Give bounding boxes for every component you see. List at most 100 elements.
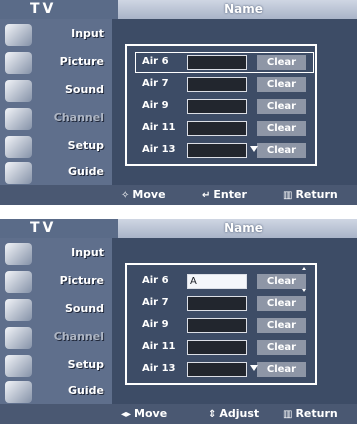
name-field[interactable] [187, 55, 247, 70]
clear-button[interactable]: Clear [257, 121, 306, 136]
name-editor: Air 6 A Clear Air 7 Clear Air 9 Clear Ai… [112, 238, 357, 404]
menu-item-label: Input [71, 27, 104, 40]
menu-item-label: Channel [53, 111, 104, 124]
scroll-down-arrow-icon [250, 365, 258, 371]
menu-item-picture[interactable]: Picture [0, 49, 112, 77]
tv-label: TV [0, 219, 118, 238]
name-field[interactable] [187, 362, 247, 377]
sound-icon [5, 299, 32, 321]
char-down-arrow-icon [302, 289, 306, 292]
clear-button[interactable]: Clear [257, 77, 306, 92]
enter-hint: ↵ Enter [202, 188, 247, 201]
menu-item-label: Sound [64, 83, 104, 96]
menu-item-label: Picture [59, 55, 104, 68]
menu-item-input[interactable]: Input [0, 21, 112, 49]
clear-button[interactable]: Clear [257, 362, 306, 377]
menu-item-channel[interactable]: Channel [0, 324, 112, 352]
channel-row[interactable]: Air 6 A Clear [137, 273, 312, 290]
tv-label: TV [0, 0, 118, 19]
name-field[interactable] [187, 340, 247, 355]
menu-item-label: Sound [64, 302, 104, 315]
name-field[interactable] [187, 77, 247, 92]
channel-row[interactable]: Air 6 Clear [135, 52, 314, 73]
channel-name: Air 6 [142, 56, 169, 67]
enter-icon: ↵ [202, 190, 211, 201]
menu-item-setup[interactable]: Setup [0, 133, 112, 161]
menu-item-sound[interactable]: Sound [0, 77, 112, 105]
menu-item-label: Input [71, 246, 104, 259]
menu-item-channel[interactable]: Channel [0, 105, 112, 133]
channel-row[interactable]: Air 9 Clear [137, 98, 312, 115]
tv-menu-screen-2: TV Name Input Picture Sound Channel Setu… [0, 219, 357, 424]
sidebar-menu: Input Picture Sound Channel Setup Guide [0, 238, 112, 404]
header-bar: TV Name [0, 219, 357, 238]
channel-name: Air 11 [142, 122, 176, 133]
move-hint: ◂▸ Move [121, 407, 168, 420]
header-bar: TV Name [0, 0, 357, 19]
menu-item-guide[interactable]: Guide [0, 159, 112, 187]
return-hint: ▥ Return [283, 188, 338, 201]
channel-row[interactable]: Air 11 Clear [137, 339, 312, 356]
move-icon: ✧ [121, 190, 130, 201]
page-title: Name [224, 2, 263, 16]
return-icon: ▥ [283, 190, 293, 201]
name-editor: Air 6 Clear Air 7 Clear Air 9 Clear Air … [112, 19, 357, 185]
clear-button[interactable]: Clear [257, 99, 306, 114]
channel-name: Air 13 [142, 363, 176, 374]
setup-icon [5, 136, 32, 158]
guide-icon [5, 162, 32, 184]
name-field[interactable] [187, 318, 247, 333]
left-right-icon: ◂▸ [121, 409, 132, 420]
channel-name: Air 7 [142, 297, 169, 308]
channel-row[interactable]: Air 9 Clear [137, 317, 312, 334]
picture-icon [5, 271, 32, 293]
picture-icon [5, 52, 32, 74]
menu-item-label: Setup [67, 358, 104, 371]
clear-button[interactable]: Clear [257, 318, 306, 333]
channel-row[interactable]: Air 7 Clear [137, 295, 312, 312]
channel-name: Air 9 [142, 319, 169, 330]
clear-button[interactable]: Clear [257, 296, 306, 311]
up-down-icon: ⇕ [208, 409, 217, 420]
channel-name: Air 13 [142, 144, 176, 155]
channel-row[interactable]: Air 13 Clear [137, 142, 312, 159]
clear-button[interactable]: Clear [257, 274, 306, 289]
name-field[interactable] [187, 296, 247, 311]
channel-row[interactable]: Air 7 Clear [137, 76, 312, 93]
menu-item-label: Guide [68, 165, 104, 178]
menu-item-guide[interactable]: Guide [0, 378, 112, 406]
clear-button[interactable]: Clear [257, 55, 306, 70]
adjust-hint: ⇕ Adjust [208, 407, 260, 420]
menu-item-setup[interactable]: Setup [0, 352, 112, 380]
channel-icon [5, 108, 32, 130]
char-up-arrow-icon [302, 267, 306, 270]
guide-icon [5, 381, 32, 403]
channel-name: Air 11 [142, 341, 176, 352]
scroll-down-arrow-icon [250, 146, 258, 152]
clear-button[interactable]: Clear [257, 340, 306, 355]
setup-icon [5, 355, 32, 377]
channel-name-panel: Air 6 Clear Air 7 Clear Air 9 Clear Air … [125, 44, 317, 166]
name-field[interactable] [187, 121, 247, 136]
move-hint: ✧ Move [121, 188, 166, 201]
menu-item-label: Guide [68, 384, 104, 397]
clear-button[interactable]: Clear [257, 143, 306, 158]
channel-row[interactable]: Air 13 Clear [137, 361, 312, 378]
menu-item-label: Setup [67, 139, 104, 152]
name-field[interactable] [187, 143, 247, 158]
return-hint: ▥ Return [283, 407, 338, 420]
menu-item-sound[interactable]: Sound [0, 296, 112, 324]
name-field[interactable]: A [187, 274, 247, 289]
footer-help-bar: ◂▸ Move ⇕ Adjust ▥ Return [0, 404, 357, 424]
input-icon [5, 243, 32, 265]
input-icon [5, 24, 32, 46]
footer-help-bar: ✧ Move ↵ Enter ▥ Return [0, 185, 357, 205]
channel-name: Air 9 [142, 100, 169, 111]
channel-row[interactable]: Air 11 Clear [137, 120, 312, 137]
name-field[interactable] [187, 99, 247, 114]
channel-icon [5, 327, 32, 349]
sidebar-menu: Input Picture Sound Channel Setup Guide [0, 19, 112, 185]
tv-menu-screen-1: TV Name Input Picture Sound Channel Setu… [0, 0, 357, 205]
menu-item-input[interactable]: Input [0, 240, 112, 268]
menu-item-picture[interactable]: Picture [0, 268, 112, 296]
